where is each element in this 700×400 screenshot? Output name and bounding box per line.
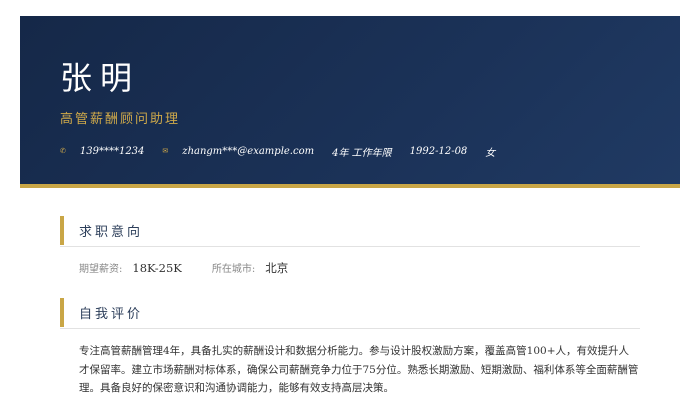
gender: 女 (485, 147, 496, 159)
section-header-summary: 自我评价 (60, 298, 640, 329)
section-title-summary: 自我评价 (79, 307, 144, 322)
city-value: 北京 (265, 261, 289, 275)
candidate-title: 高管薪酬顾问助理 (60, 112, 181, 127)
email-icon: ✉ (162, 147, 169, 155)
job-intent-row: 期望薪资: 18K-25K 所在城市: 北京 (79, 260, 318, 276)
section-header-intent: 求职意向 (60, 216, 640, 247)
birth-date: 1992-12-08 (409, 145, 468, 157)
phone-number: 139****1234 (79, 145, 145, 157)
contact-info-row: ✆ 139****1234 ✉ zhangm***@example.com 4年… (60, 143, 513, 159)
section-accent-bar (60, 298, 64, 327)
candidate-name: 张明 (60, 59, 141, 97)
section-accent-bar (60, 216, 64, 245)
self-evaluation-text: 专注高管薪酬管理4年，具备扎实的薪酬设计和数据分析能力。参与设计股权激励方案，覆… (79, 345, 639, 394)
email-address: zhangm***@example.com (182, 145, 315, 157)
salary-value: 18K-25K (132, 261, 182, 275)
salary-label: 期望薪资: (79, 264, 123, 275)
header-gold-border (20, 184, 680, 188)
work-experience: 4年 工作年限 (332, 147, 392, 159)
phone-icon: ✆ (60, 147, 66, 155)
city-label: 所在城市: (211, 264, 256, 275)
section-title-intent: 求职意向 (79, 225, 144, 240)
